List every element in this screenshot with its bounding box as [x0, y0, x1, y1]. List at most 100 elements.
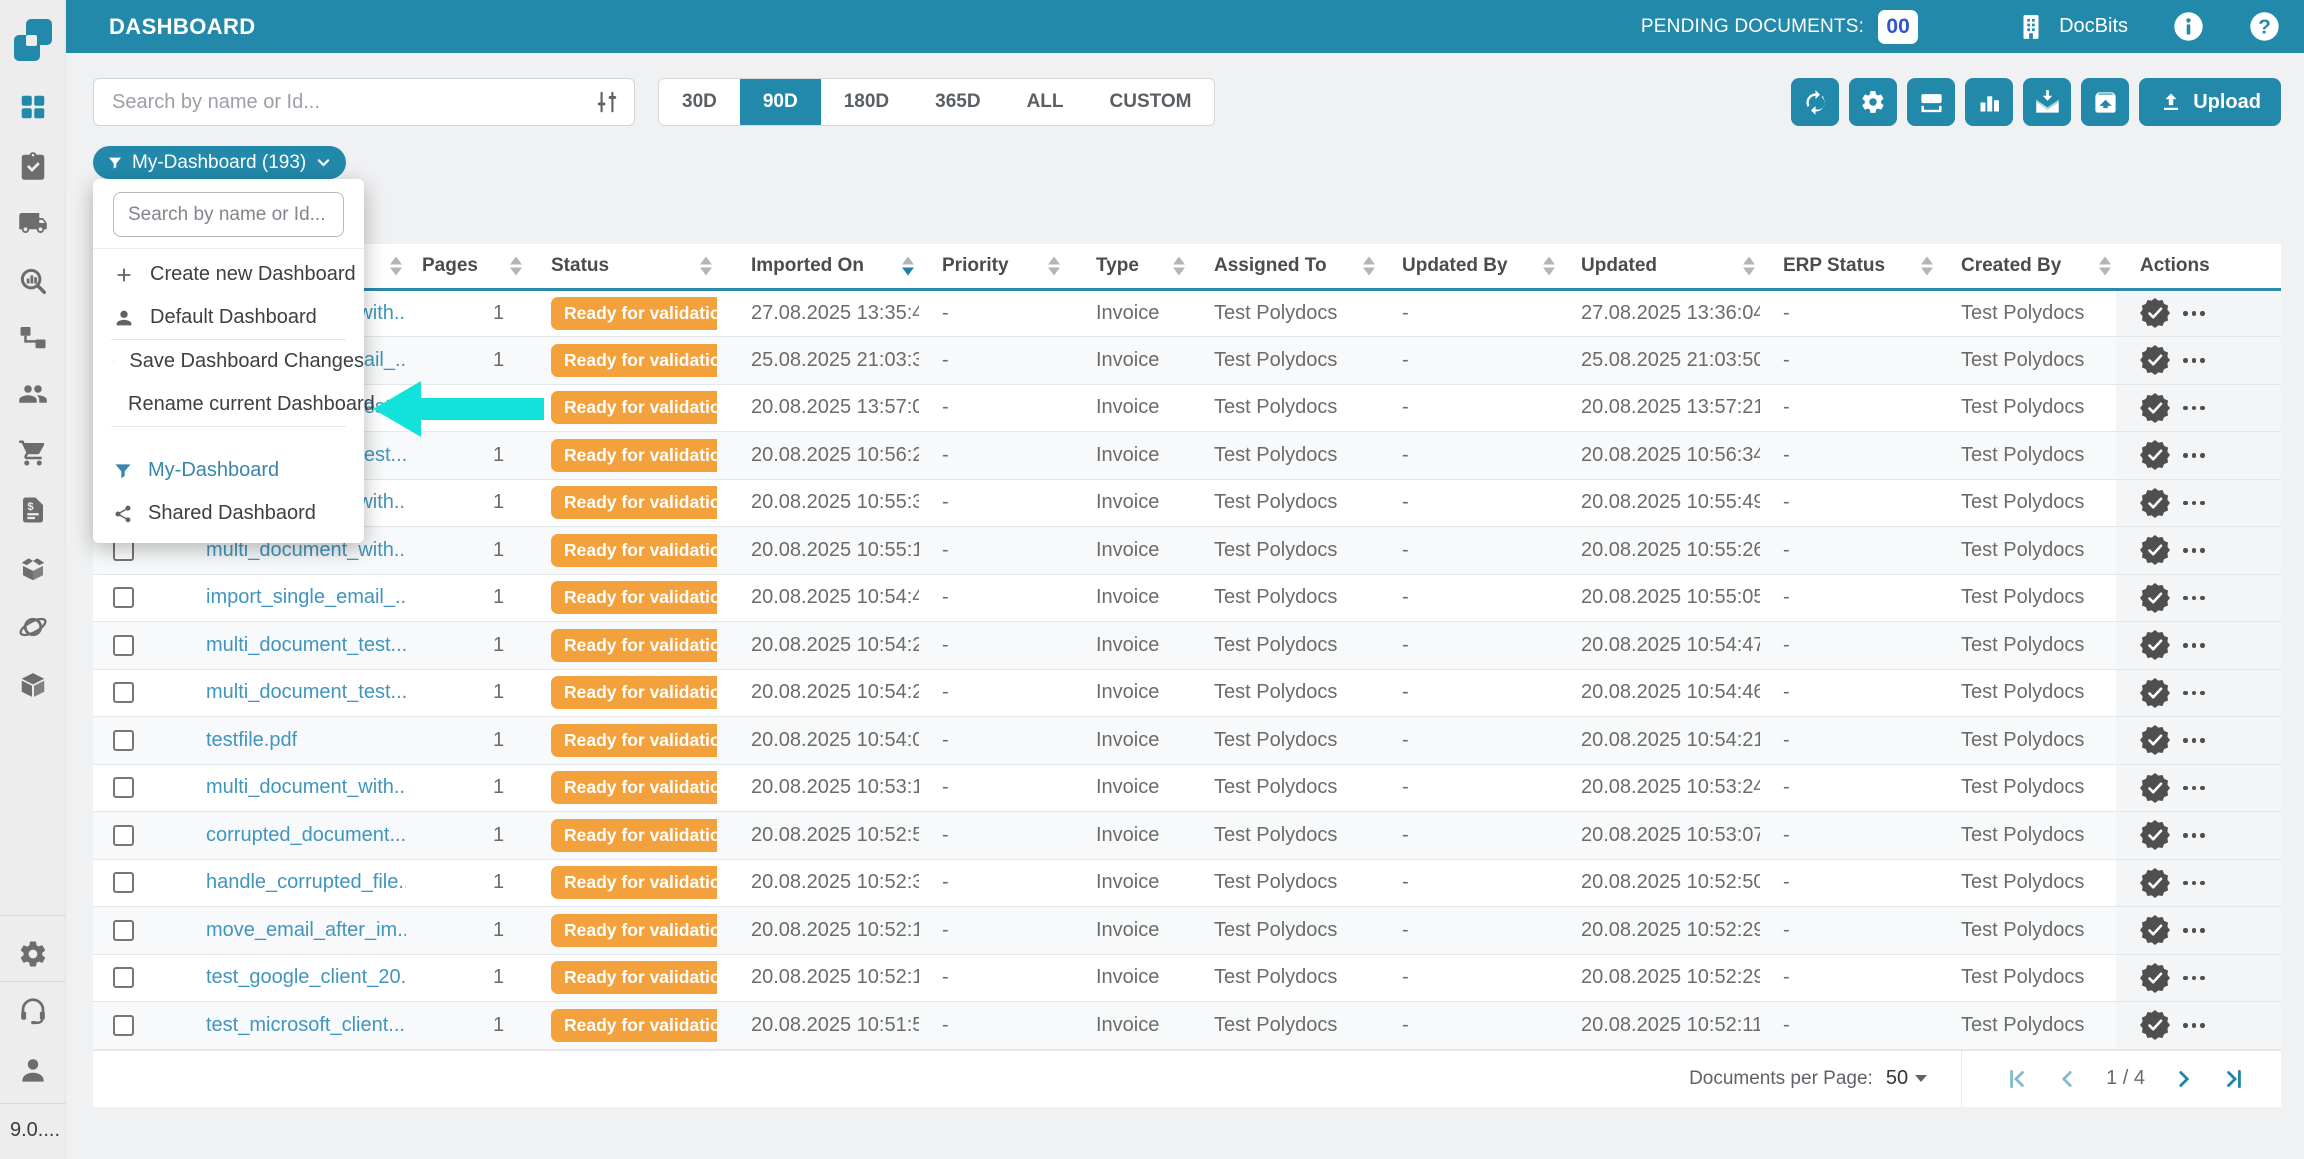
per-page-value[interactable]: 50 [1886, 1067, 1908, 1090]
row-checkbox[interactable] [113, 967, 134, 988]
scanner-button[interactable] [1907, 78, 1955, 126]
validate-seal-icon[interactable] [2140, 298, 2170, 328]
more-actions-icon[interactable] [2183, 833, 2205, 838]
column-header-erp-status[interactable]: ERP Status [1760, 244, 1938, 289]
validate-seal-icon[interactable] [2140, 393, 2170, 423]
row-checkbox[interactable] [113, 682, 134, 703]
validate-seal-icon[interactable] [2140, 915, 2170, 945]
time-filter-30d[interactable]: 30D [659, 79, 740, 125]
sidebar-item-products[interactable] [0, 670, 66, 700]
time-filter-90d[interactable]: 90D [740, 79, 821, 125]
sidebar-item-workflow[interactable] [0, 322, 66, 352]
row-checkbox[interactable] [113, 872, 134, 893]
validate-seal-icon[interactable] [2140, 488, 2170, 518]
document-name-link[interactable]: test_microsoft_client... [206, 1014, 405, 1037]
sort-icon[interactable] [1743, 256, 1755, 275]
more-actions-icon[interactable] [2183, 691, 2205, 696]
validate-seal-icon[interactable] [2140, 725, 2170, 755]
document-name-link[interactable]: multi_document_test... [206, 634, 406, 657]
sidebar-item-invoices[interactable]: $ [0, 495, 66, 525]
column-header-priority[interactable]: Priority [919, 244, 1065, 289]
validate-seal-icon[interactable] [2140, 630, 2170, 660]
menu-item-default-dashboard[interactable]: Default Dashboard [93, 296, 364, 339]
validate-seal-icon[interactable] [2140, 535, 2170, 565]
more-actions-icon[interactable] [2183, 311, 2205, 316]
validate-seal-icon[interactable] [2140, 345, 2170, 375]
document-name-link[interactable]: testfile.pdf [206, 729, 297, 752]
sidebar-item-packages-open[interactable] [0, 554, 66, 584]
sidebar-item-support[interactable] [0, 996, 66, 1026]
menu-item-my-dashboard[interactable]: My-Dashboard [93, 449, 364, 492]
sidebar-item-purchasing[interactable] [0, 438, 66, 468]
info-icon[interactable] [2173, 11, 2204, 42]
document-name-link[interactable]: multi_document_test... [206, 681, 406, 704]
document-name-link[interactable]: corrupted_document... [206, 824, 406, 847]
sidebar-item-settings[interactable] [0, 939, 66, 969]
sort-icon[interactable] [390, 256, 402, 275]
help-icon[interactable]: ? [2249, 11, 2280, 42]
dashboard-search-input[interactable] [114, 193, 387, 236]
sidebar-item-account[interactable] [0, 1055, 66, 1085]
sort-icon[interactable] [1363, 256, 1375, 275]
column-header-updated[interactable]: Updated [1560, 244, 1760, 289]
document-name-link[interactable]: move_email_after_im... [206, 919, 406, 942]
validate-seal-icon[interactable] [2140, 1010, 2170, 1040]
document-name-link[interactable]: handle_corrupted_file... [206, 871, 406, 894]
row-checkbox[interactable] [113, 1015, 134, 1036]
first-page-button[interactable] [2004, 1066, 2030, 1092]
row-checkbox[interactable] [113, 825, 134, 846]
sidebar-item-shipping[interactable] [0, 208, 66, 238]
validate-seal-icon[interactable] [2140, 820, 2170, 850]
sort-icon[interactable] [1173, 256, 1185, 275]
sidebar-item-dashboard[interactable] [0, 92, 66, 122]
document-name-link[interactable]: import_single_email_... [206, 586, 406, 609]
menu-item-create-new-dashboard[interactable]: Create new Dashboard [93, 253, 364, 296]
sort-icon[interactable] [510, 256, 522, 275]
column-header-created-by[interactable]: Created By [1938, 244, 2116, 289]
search-input[interactable] [94, 91, 594, 114]
sort-icon[interactable] [700, 256, 712, 275]
menu-item-shared-dashboard[interactable]: Shared Dashbaord [93, 492, 364, 535]
column-header-assigned-to[interactable]: Assigned To [1190, 244, 1380, 289]
document-name-link[interactable]: multi_document_with... [206, 776, 406, 799]
sort-icon[interactable] [1921, 256, 1933, 275]
more-actions-icon[interactable] [2183, 548, 2205, 553]
more-actions-icon[interactable] [2183, 928, 2205, 933]
more-actions-icon[interactable] [2183, 453, 2205, 458]
sort-icon[interactable] [1543, 256, 1555, 275]
column-header-updated-by[interactable]: Updated By [1380, 244, 1560, 289]
row-checkbox[interactable] [113, 587, 134, 608]
pending-documents-count[interactable]: 00 [1878, 10, 1918, 44]
filter-tune-icon[interactable] [594, 89, 620, 115]
per-page-caret-icon[interactable] [1915, 1075, 1927, 1082]
validate-seal-icon[interactable] [2140, 678, 2170, 708]
upload-box-button[interactable] [2081, 78, 2129, 126]
more-actions-icon[interactable] [2183, 881, 2205, 886]
validate-seal-icon[interactable] [2140, 440, 2170, 470]
more-actions-icon[interactable] [2183, 501, 2205, 506]
upload-button[interactable]: Upload [2139, 78, 2281, 126]
row-checkbox[interactable] [113, 635, 134, 656]
more-actions-icon[interactable] [2183, 738, 2205, 743]
time-filter-365d[interactable]: 365D [912, 79, 1003, 125]
refresh-button[interactable] [1791, 78, 1839, 126]
docbits-logo-icon[interactable] [0, 16, 66, 64]
next-page-button[interactable] [2171, 1066, 2197, 1092]
column-header-imported-on[interactable]: Imported On [717, 244, 919, 289]
row-checkbox[interactable] [113, 920, 134, 941]
document-name-link[interactable]: test_google_client_20... [206, 966, 406, 989]
dashboard-selector-chip[interactable]: My-Dashboard (193) [93, 146, 346, 179]
email-download-button[interactable] [2023, 78, 2071, 126]
time-filter-all[interactable]: ALL [1004, 79, 1087, 125]
org-name[interactable]: DocBits [2059, 15, 2128, 38]
time-filter-180d[interactable]: 180D [821, 79, 912, 125]
validate-seal-icon[interactable] [2140, 773, 2170, 803]
validate-seal-icon[interactable] [2140, 963, 2170, 993]
column-header-type[interactable]: Type [1065, 244, 1190, 289]
more-actions-icon[interactable] [2183, 358, 2205, 363]
settings-button[interactable] [1849, 78, 1897, 126]
validate-seal-icon[interactable] [2140, 868, 2170, 898]
last-page-button[interactable] [2221, 1066, 2247, 1092]
sort-icon[interactable] [2099, 256, 2111, 275]
more-actions-icon[interactable] [2183, 1023, 2205, 1028]
